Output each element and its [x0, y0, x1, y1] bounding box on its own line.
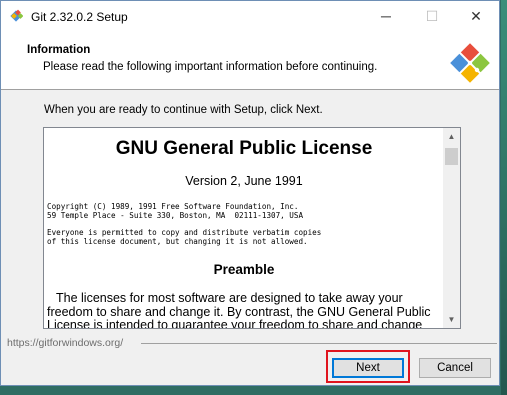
setup-window: Git 2.32.0.2 Setup ─ ☐ ✕ Information Ple… [0, 0, 500, 386]
close-button[interactable]: ✕ [453, 1, 499, 31]
instruction-text: When you are ready to continue with Setu… [44, 104, 323, 116]
scroll-up-arrow-icon[interactable]: ▲ [443, 128, 460, 145]
git-diamond-icon [10, 9, 23, 22]
license-version: Version 2, June 1991 [185, 174, 303, 188]
license-permission-line: Everyone is permitted to copy and distri… [47, 228, 322, 237]
minimize-icon: ─ [381, 8, 391, 24]
page-subtitle: Please read the following important info… [43, 61, 378, 73]
cancel-button[interactable]: Cancel [419, 358, 491, 378]
license-copyright-line: Copyright (C) 1989, 1991 Free Software F… [47, 202, 299, 211]
vertical-scrollbar[interactable]: ▲ ▼ [443, 128, 460, 328]
wizard-header: Information Please read the following im… [1, 31, 499, 90]
scroll-thumb[interactable] [445, 148, 458, 165]
license-address-line: 59 Temple Place - Suite 330, Boston, MA … [47, 211, 304, 220]
license-paragraph-line: License is intended to guarantee your fr… [47, 318, 423, 328]
desktop-background [501, 0, 507, 395]
git-for-windows-logo [450, 43, 490, 83]
page-title: Information [27, 44, 91, 56]
website-link[interactable]: https://gitforwindows.org/ [7, 337, 123, 349]
maximize-icon: ☐ [425, 7, 439, 24]
scroll-down-arrow-icon[interactable]: ▼ [443, 311, 460, 328]
next-button-highlight [326, 350, 410, 383]
maximize-button[interactable]: ☐ [409, 1, 455, 31]
minimize-button[interactable]: ─ [363, 1, 409, 31]
cancel-button-label: Cancel [437, 362, 473, 374]
license-text-area[interactable]: GNU General Public License Version 2, Ju… [43, 127, 461, 329]
footer-divider [141, 343, 497, 344]
license-paragraph-line: freedom to share and change it. By contr… [47, 304, 431, 319]
license-title: GNU General Public License [115, 138, 373, 159]
license-permission-line: of this license document, but changing i… [47, 237, 308, 246]
license-paragraph-line: The licenses for most software are desig… [56, 291, 403, 305]
license-content: GNU General Public License Version 2, Ju… [44, 128, 444, 328]
close-icon: ✕ [470, 7, 482, 24]
title-bar[interactable]: Git 2.32.0.2 Setup ─ ☐ ✕ [1, 1, 499, 31]
window-title: Git 2.32.0.2 Setup [31, 10, 128, 24]
preamble-heading: Preamble [213, 262, 275, 277]
